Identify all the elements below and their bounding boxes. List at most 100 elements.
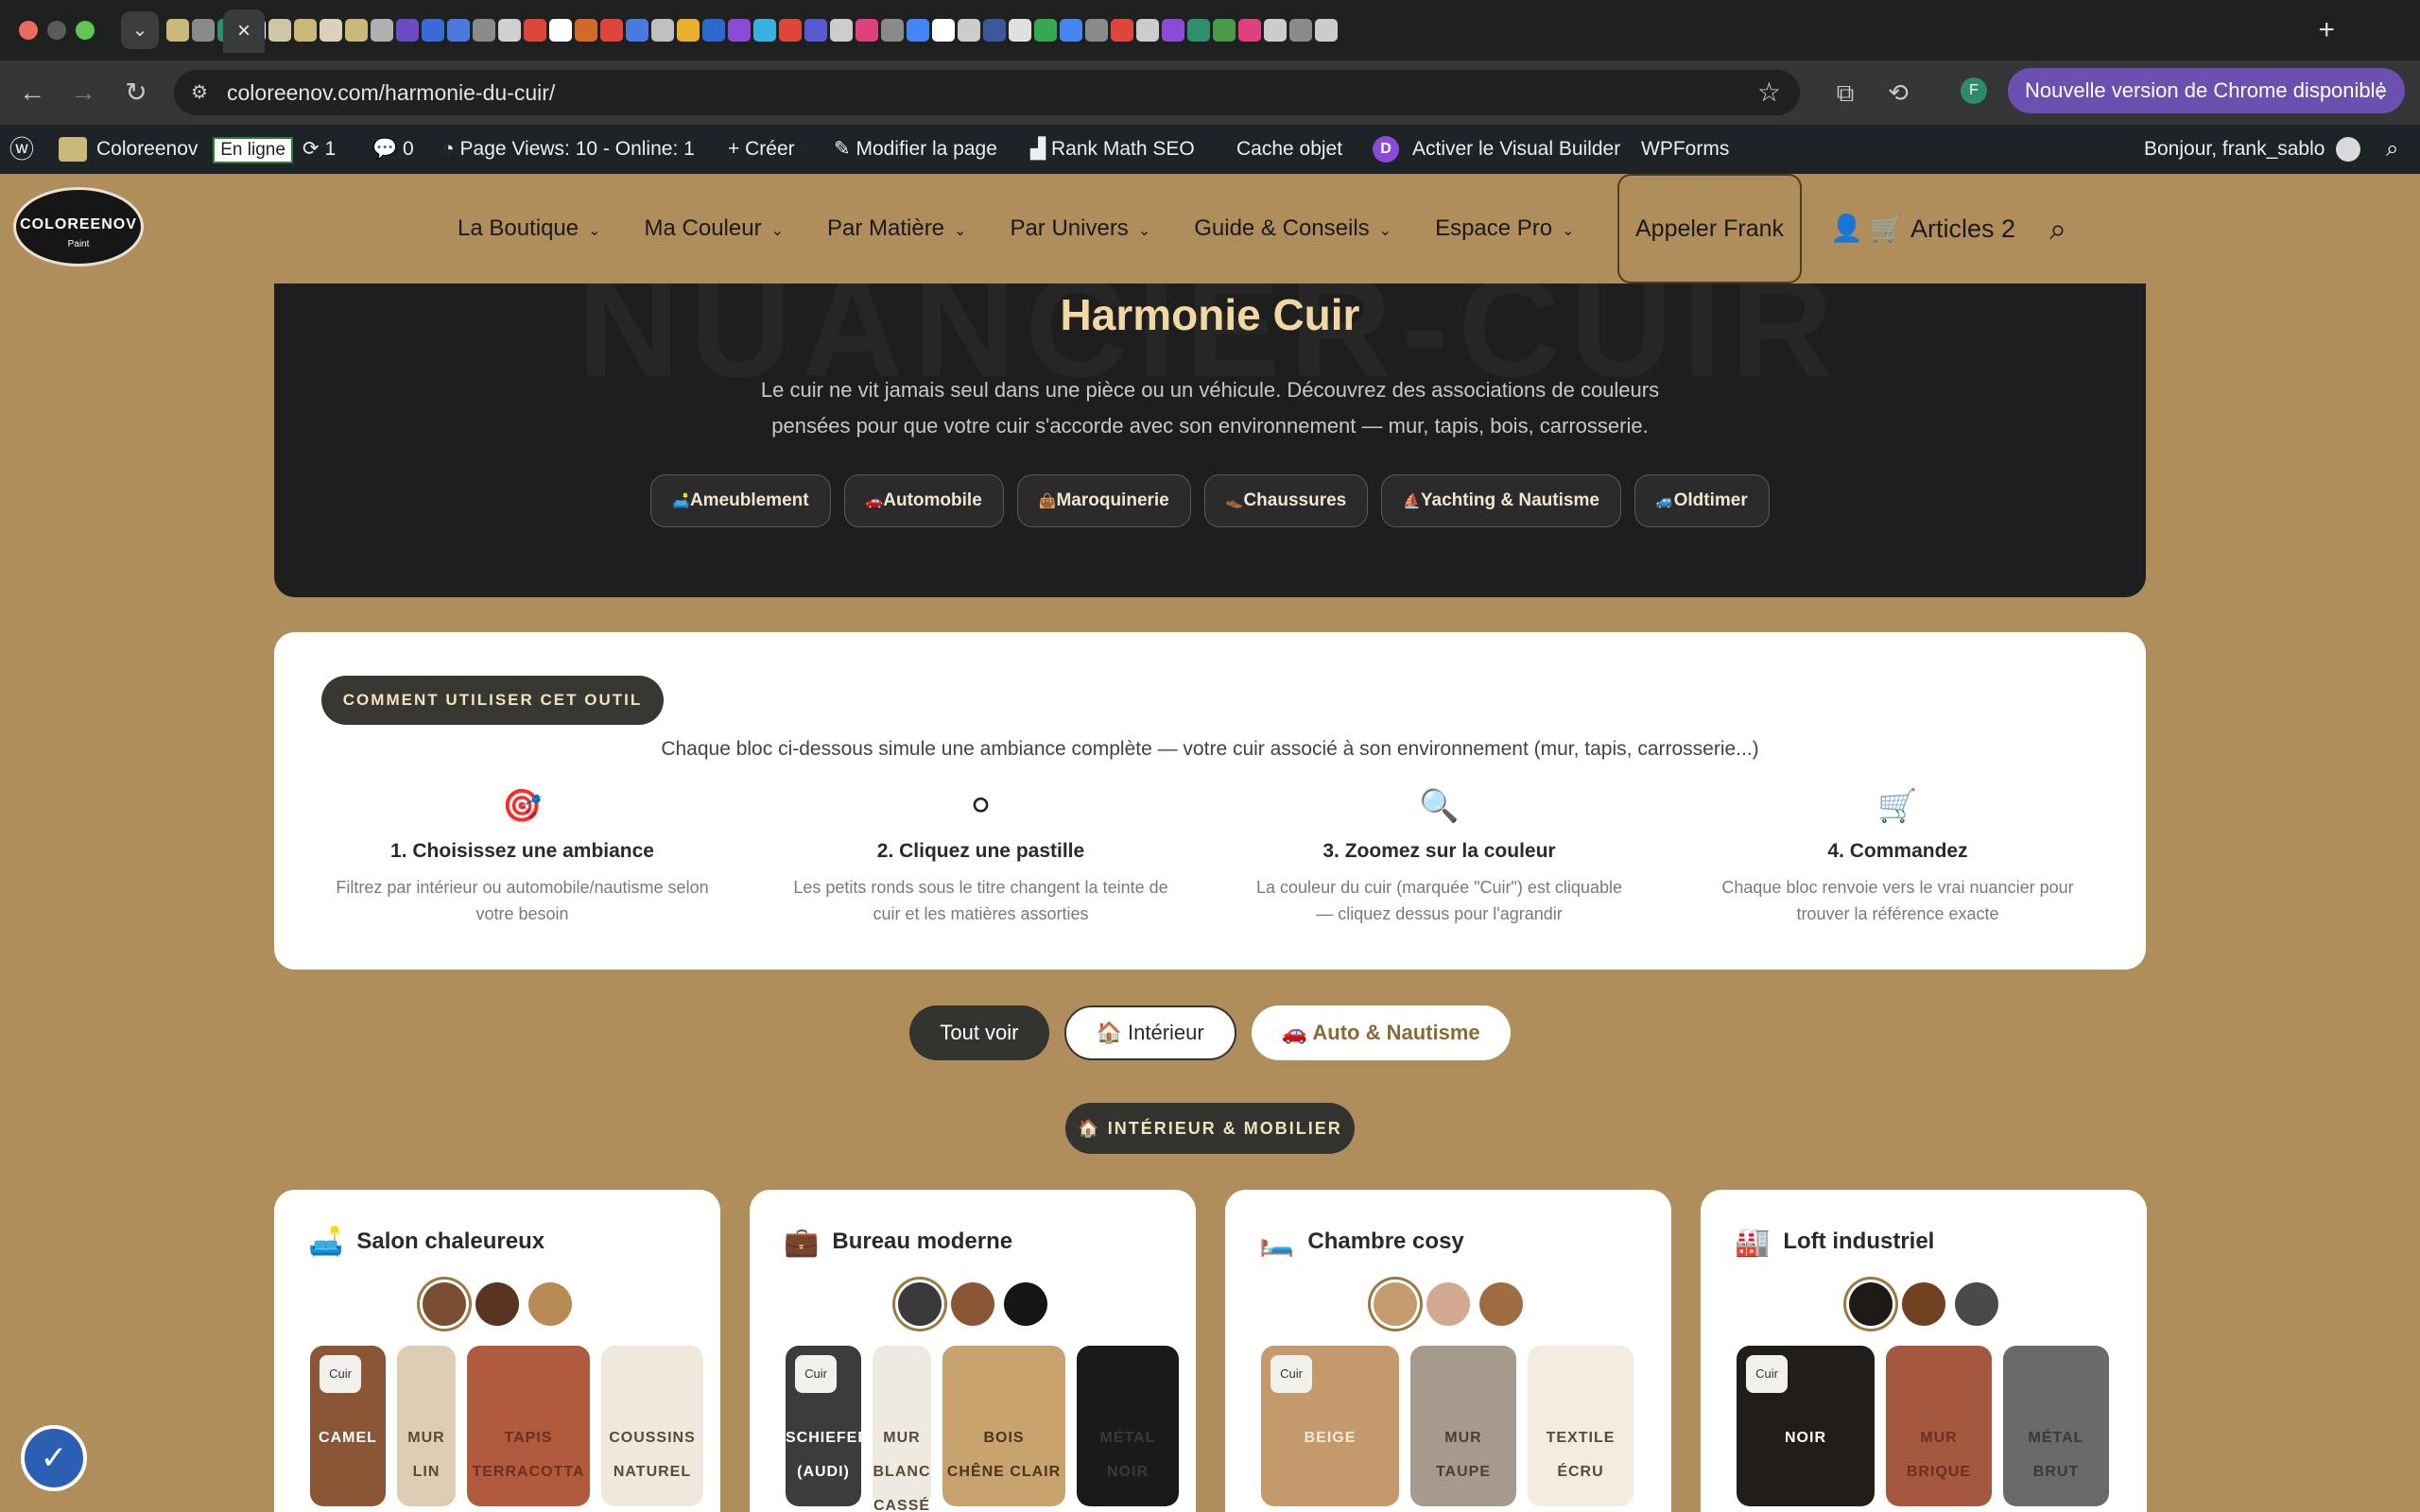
close-window-button[interactable] [19,21,38,40]
menu-item[interactable]: Par Univers ⌄ [1010,174,1150,284]
pinned-tab-favicon[interactable] [549,19,572,42]
filter-all-button[interactable]: Tout voir [909,1005,1049,1060]
pinned-tab-favicon[interactable] [779,19,802,42]
pinned-tab-favicon[interactable] [166,19,189,42]
leather-color-dot[interactable] [1849,1282,1893,1326]
leather-swatch[interactable]: Cuir CAMEL [310,1346,386,1506]
more-vert-icon[interactable]: ⋮ [2371,68,2392,113]
pinned-tab-favicon[interactable] [1111,19,1133,42]
reload-icon[interactable]: ↻ [117,74,155,112]
pinned-tab-favicon[interactable] [804,19,827,42]
header-search-icon[interactable]: ⌕ [2049,174,2066,284]
pinned-tab-favicon[interactable] [1060,19,1082,42]
pinned-tab-favicon[interactable] [932,19,955,42]
account-user-icon[interactable]: 👤 [1830,174,1863,284]
pinned-tab-favicon[interactable] [600,19,623,42]
wp-cache[interactable]: Cache objet [1236,125,1342,174]
extensions-puzzle-icon[interactable]: ⧉ [1826,74,1864,112]
wp-comments[interactable]: 💬 0 [372,125,414,174]
pinned-tab-favicon[interactable] [907,19,929,42]
pinned-tab-favicon[interactable] [1085,19,1108,42]
pinned-tab-favicon[interactable] [702,19,725,42]
pinned-tab-favicon[interactable] [1264,19,1287,42]
cart-count-link[interactable]: Articles 2 [1910,174,2015,284]
pinned-tab-favicon[interactable] [345,19,368,42]
leather-color-dot[interactable] [1374,1282,1417,1326]
forward-arrow-icon[interactable]: → [64,74,102,112]
cart-icon[interactable]: 🛒 [1870,174,1903,284]
wp-wpforms[interactable]: WPForms [1641,125,1729,174]
wp-updates[interactable]: ⟳ 1 [302,125,336,174]
univers-pill[interactable]: 👜Maroquinerie [1016,474,1191,527]
leather-color-dot[interactable] [423,1282,466,1326]
accessibility-widget-icon[interactable]: ✓ [21,1425,87,1491]
pinned-tab-favicon[interactable] [1315,19,1338,42]
univers-pill[interactable]: 🚗Automobile [843,474,1004,527]
leather-color-dot[interactable] [1902,1282,1945,1326]
extension-icon[interactable]: ⟲ [1879,74,1917,112]
leather-color-dot[interactable] [1955,1282,1998,1326]
pinned-tab-favicon[interactable] [651,19,674,42]
pinned-tab-favicon[interactable] [498,19,521,42]
pinned-tab-favicon[interactable] [983,19,1006,42]
pinned-tab-favicon[interactable] [320,19,342,42]
pinned-tab-favicon[interactable] [1136,19,1159,42]
univers-pill[interactable]: 🛋️Ameublement [650,474,831,527]
wp-edit-page[interactable]: ✎ Modifier la page [834,125,997,174]
pinned-tab-favicon[interactable] [294,19,317,42]
pinned-tab-favicon[interactable] [422,19,444,42]
pinned-tab-favicon[interactable] [753,19,776,42]
back-arrow-icon[interactable]: ← [13,74,51,112]
profile-avatar[interactable]: F [1961,77,1987,104]
leather-color-dot[interactable] [475,1282,519,1326]
call-frank-button[interactable]: Appeler Frank [1617,174,1802,284]
pinned-tab-favicon[interactable] [268,19,291,42]
minimize-window-button[interactable] [47,21,66,40]
pinned-tab-favicon[interactable] [1162,19,1184,42]
filter-interior-button[interactable]: 🏠 Intérieur [1063,1005,1236,1060]
pinned-tab-favicon[interactable] [677,19,700,42]
leather-swatch[interactable]: Cuir SCHIEFER (AUDI) [786,1346,869,1506]
menu-item[interactable]: La Boutique ⌄ [458,174,601,284]
univers-pill[interactable]: 👞Chaussures [1203,474,1369,527]
univers-pill[interactable]: 🚙Oldtimer [1634,474,1770,527]
menu-item[interactable]: Espace Pro ⌄ [1435,174,1574,284]
wp-page-views[interactable]: ◔ Page Views: 10 - Online: 1 [442,125,695,174]
pinned-tab-favicon[interactable] [473,19,495,42]
bookmark-star-icon[interactable]: ☆ [1757,70,1781,115]
pinned-tab-favicon[interactable] [575,19,597,42]
leather-color-dot[interactable] [1004,1282,1047,1326]
leather-color-dot[interactable] [1426,1282,1470,1326]
pinned-tab-favicon[interactable] [1187,19,1210,42]
leather-color-dot[interactable] [1479,1282,1523,1326]
leather-swatch[interactable]: Cuir BEIGE [1261,1346,1399,1506]
maximize-window-button[interactable] [76,21,95,40]
wp-visual-builder[interactable]: D Activer le Visual Builder [1373,125,1620,174]
tab-search-button[interactable]: ⌄ [121,11,159,49]
chrome-update-button[interactable]: Nouvelle version de Chrome disponible ⋮ [2008,68,2405,113]
address-bar[interactable]: ⚙ coloreenov.com/harmonie-du-cuir/ ☆ [174,70,1800,115]
site-settings-icon[interactable]: ⚙ [191,81,214,104]
menu-item[interactable]: Par Matière ⌄ [827,174,966,284]
pinned-tab-favicon[interactable] [1289,19,1312,42]
leather-swatch[interactable]: Cuir NOIR [1737,1346,1875,1506]
menu-item[interactable]: Guide & Conseils ⌄ [1194,174,1392,284]
pinned-tab-favicon[interactable] [881,19,904,42]
active-tab-close-icon[interactable]: × [223,9,265,53]
leather-color-dot[interactable] [528,1282,572,1326]
pinned-tab-favicon[interactable] [856,19,878,42]
new-tab-button[interactable]: + [2318,11,2335,49]
pinned-tab-favicon[interactable] [447,19,470,42]
site-logo[interactable]: COLOREENOV Paint [13,187,144,266]
pinned-tab-favicon[interactable] [728,19,751,42]
pinned-tab-favicon[interactable] [626,19,648,42]
wp-rank-math[interactable]: ▟ Rank Math SEO [1030,125,1195,174]
leather-color-dot[interactable] [951,1282,994,1326]
wp-site-menu[interactable]: Coloreenov En ligne [59,125,293,174]
pinned-tab-favicon[interactable] [1213,19,1236,42]
filter-auto-button[interactable]: 🚗 Auto & Nautisme [1251,1005,1511,1060]
pinned-tab-favicon[interactable] [396,19,419,42]
pinned-tab-favicon[interactable] [1009,19,1031,42]
wp-create[interactable]: + Créer [728,125,795,174]
pinned-tab-favicon[interactable] [830,19,853,42]
